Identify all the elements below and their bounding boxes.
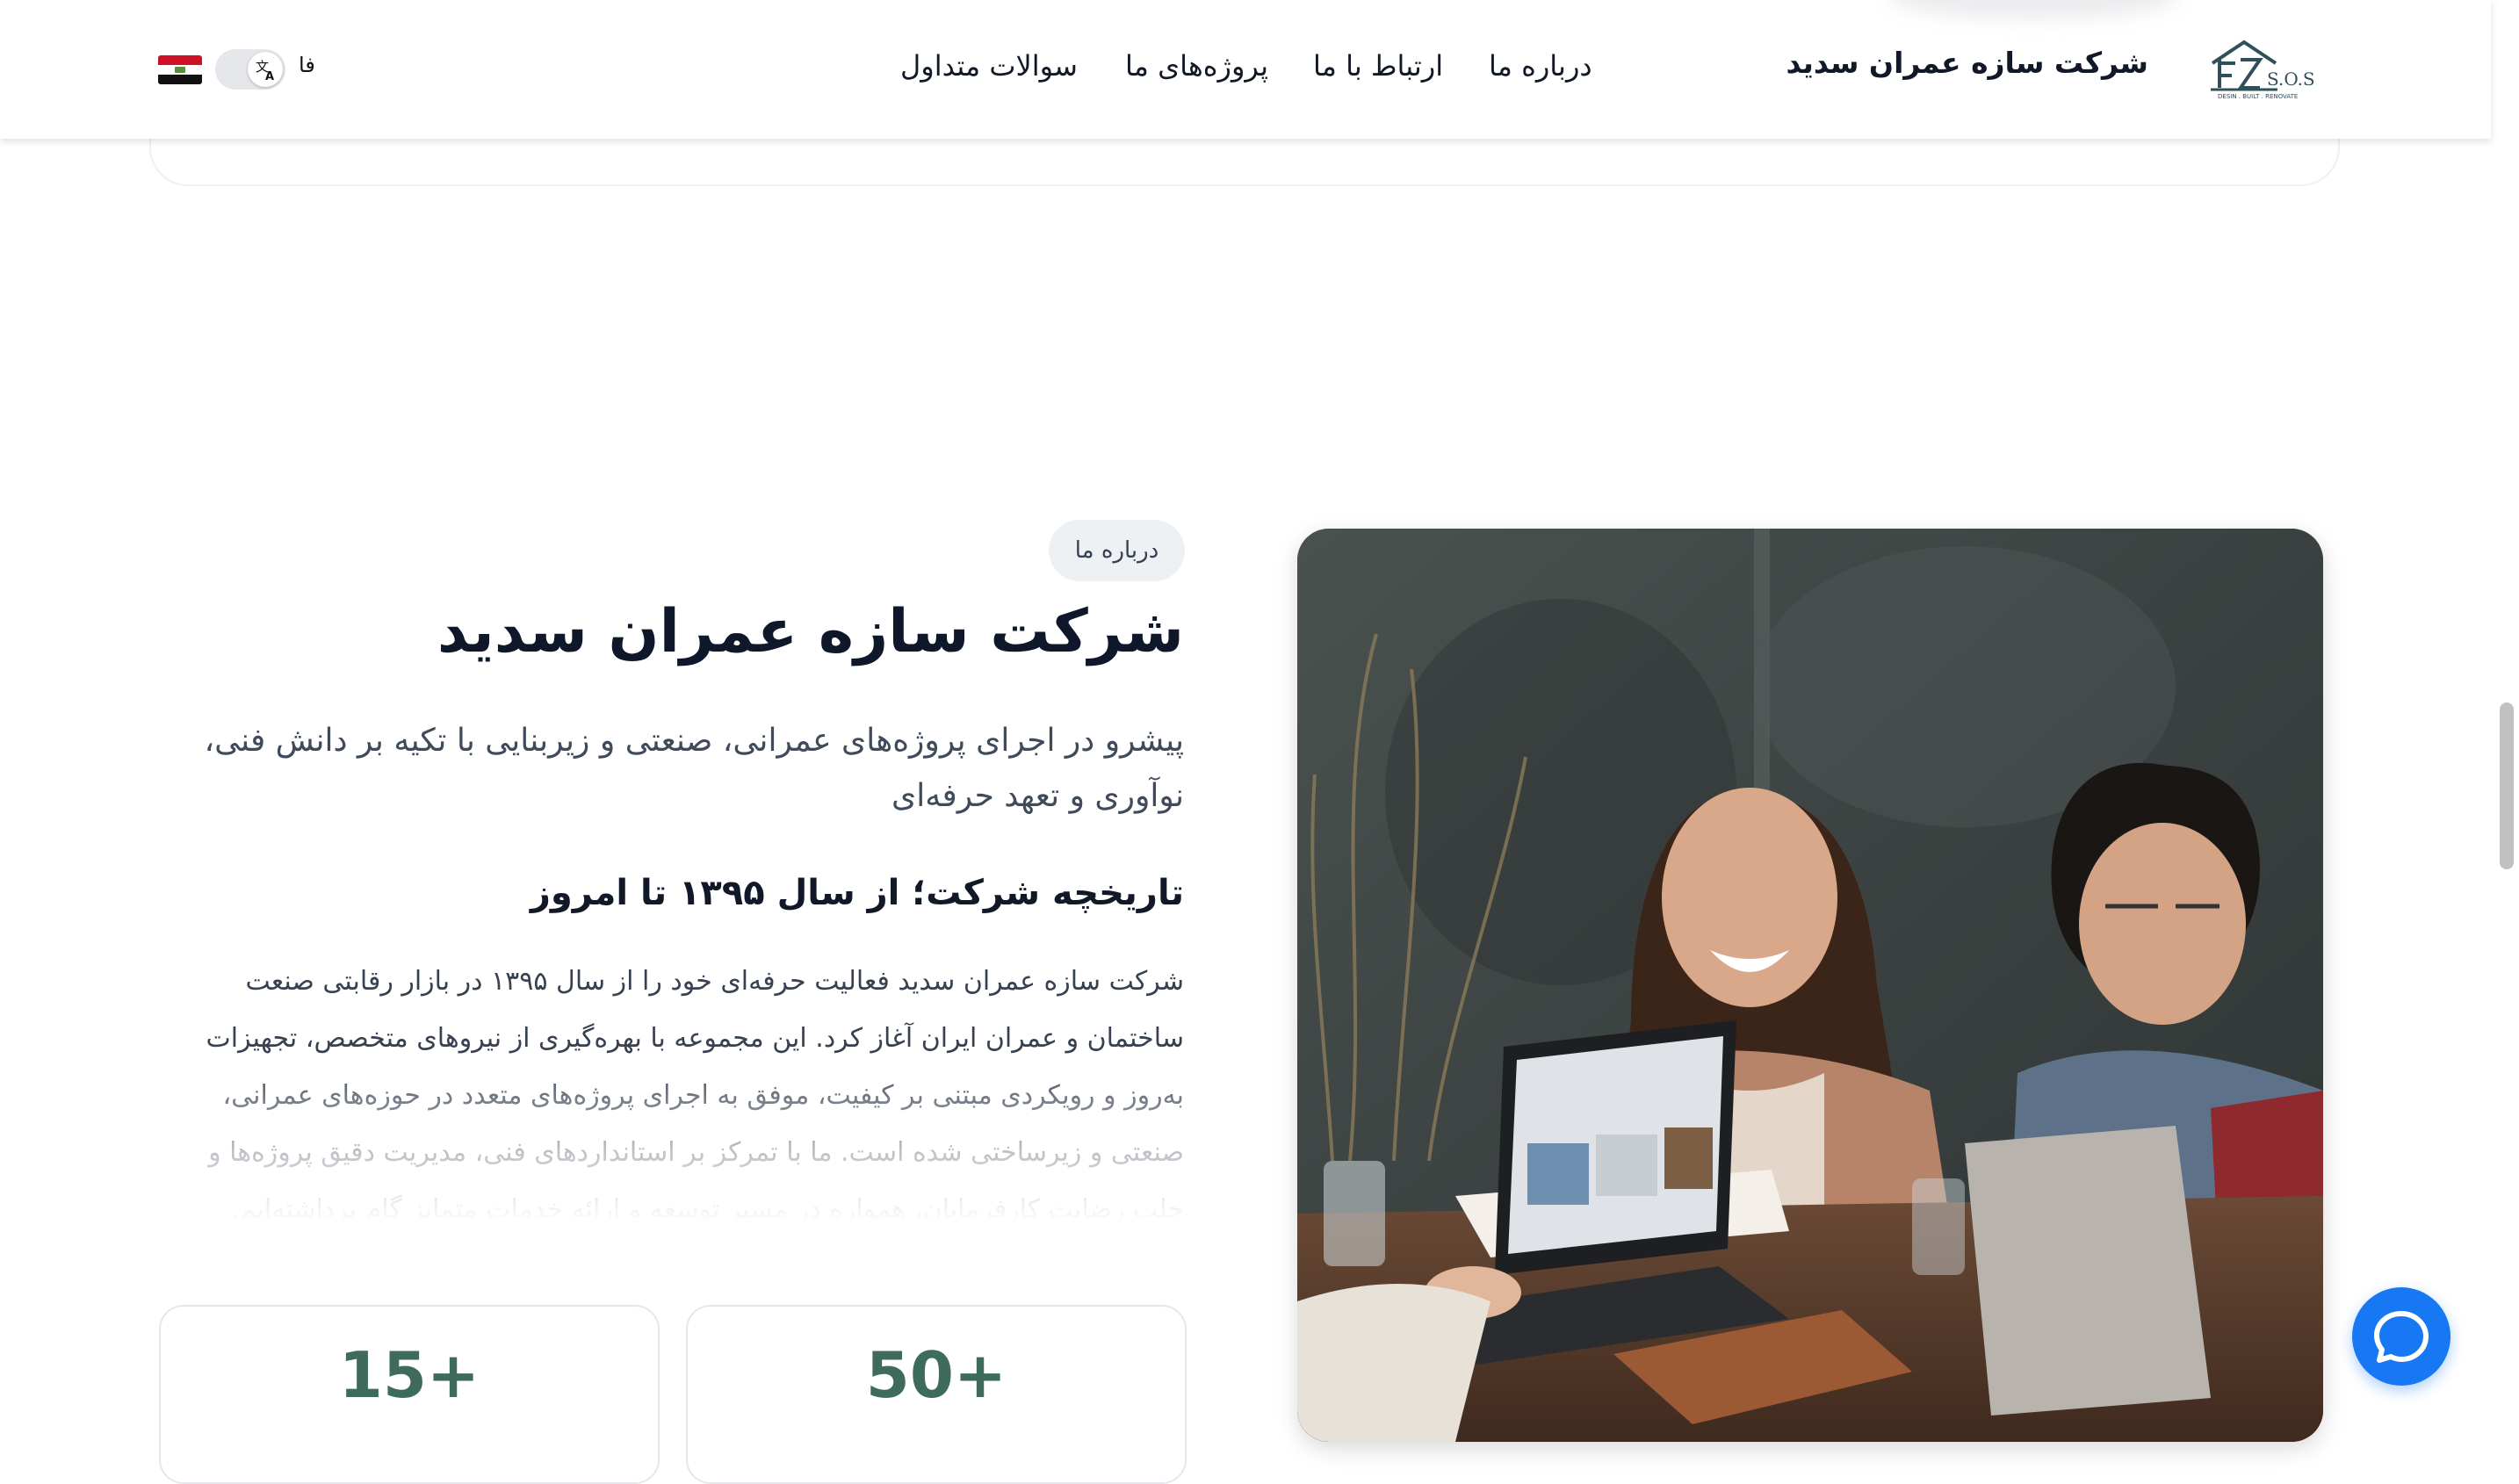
chat-button[interactable] (2352, 1287, 2450, 1386)
chat-bubble-icon (2374, 1311, 2429, 1363)
nav-contact[interactable]: ارتباط با ما (1313, 49, 1443, 83)
iraq-flag-icon[interactable] (158, 55, 202, 84)
company-logo[interactable]: S.O.S DESIN . BUILT . RENOVATE (2209, 37, 2319, 100)
stat-card-projects: 50+ (686, 1305, 1187, 1484)
stat-card-years: 15+ (159, 1305, 660, 1484)
language-label: فا (299, 53, 315, 77)
about-title: شرکت سازه عمران سدید (437, 597, 1184, 666)
logo-text: S.O.S (2267, 68, 2315, 90)
nav-faq[interactable]: سوالات متداول (900, 49, 1078, 83)
brand-name[interactable]: شرکت سازه عمران سدید (1786, 46, 2148, 80)
history-body-container: شرکت سازه عمران سدید فعالیت حرفه‌ای خود … (158, 953, 1184, 1223)
nav-projects[interactable]: پروژه‌های ما (1125, 49, 1268, 83)
about-lead: پیشرو در اجرای پروژه‌های عمرانی، صنعتی و… (204, 723, 1184, 814)
stat-number: 50+ (865, 1338, 1007, 1412)
translate-icon: 文 A (248, 52, 283, 87)
site-header: S.O.S DESIN . BUILT . RENOVATE شرکت سازه… (0, 0, 2491, 139)
scrollbar-thumb[interactable] (2500, 702, 2514, 869)
header-decoration (1888, 0, 2178, 19)
team-photo (1297, 529, 2323, 1442)
logo-tagline: DESIN . BUILT . RENOVATE (2218, 93, 2298, 100)
stat-number: 15+ (338, 1338, 480, 1412)
about-chip: درباره ما (1049, 520, 1185, 581)
history-body: شرکت سازه عمران سدید فعالیت حرفه‌ای خود … (206, 966, 1184, 1223)
nav-about[interactable]: درباره ما (1489, 49, 1592, 83)
language-toggle[interactable]: 文 A (215, 49, 285, 90)
svg-text:A: A (265, 70, 274, 83)
history-title: تاریخچه شرکت؛ از سال ۱۳۹۵ تا امروز (530, 873, 1184, 913)
